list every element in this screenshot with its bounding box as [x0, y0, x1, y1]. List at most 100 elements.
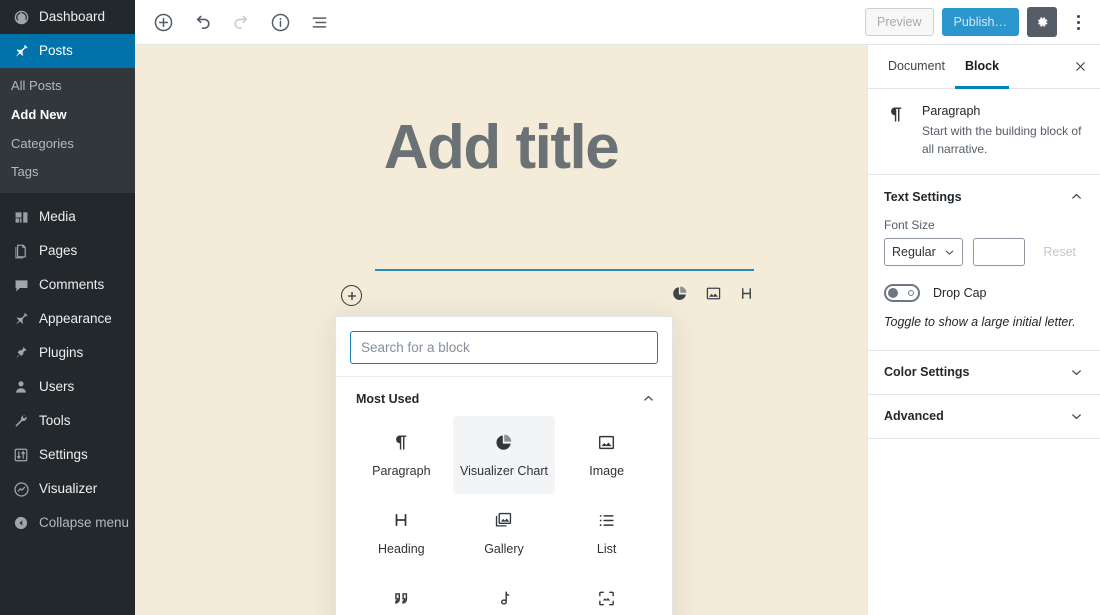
sidebar-item-settings[interactable]: Settings: [0, 438, 135, 472]
pages-icon: [11, 241, 31, 261]
sidebar-item-appearance[interactable]: Appearance: [0, 302, 135, 336]
font-size-value: Regular: [892, 245, 936, 259]
panel-advanced-header[interactable]: Advanced: [868, 395, 1100, 438]
custom-font-size-input[interactable]: [973, 238, 1026, 266]
posts-submenu: All Posts Add New Categories Tags: [0, 68, 135, 194]
admin-sidebar: Dashboard Posts All Posts Add New Catego…: [0, 0, 143, 615]
font-size-controls: Regular Reset: [884, 238, 1084, 266]
comments-icon: [11, 275, 31, 295]
sidebar-item-collapse-menu[interactable]: Collapse menu: [0, 506, 135, 540]
heading-h-icon: [392, 508, 410, 532]
inserter-panel-most-used-header[interactable]: Most Used: [336, 376, 672, 416]
inserter-block-paragraph[interactable]: Paragraph: [350, 416, 453, 494]
chevron-down-icon: [943, 246, 956, 259]
add-block-icon[interactable]: [147, 6, 179, 38]
sidebar-item-pages[interactable]: Pages: [0, 234, 135, 268]
panel-title: Color Settings: [884, 365, 970, 379]
drop-cap-label: Drop Cap: [933, 286, 987, 300]
close-x-icon[interactable]: [1064, 45, 1096, 88]
chevron-down-icon: [1069, 365, 1084, 380]
inserter-block-label: Image: [589, 464, 625, 479]
dots-glyph: [1076, 14, 1080, 30]
image-icon[interactable]: [705, 285, 722, 302]
block-navigation-icon[interactable]: [303, 6, 335, 38]
sidebar-item-posts[interactable]: Posts: [0, 34, 143, 68]
block-inserter-popover: Most Used Paragraph: [335, 316, 673, 615]
list-icon: [597, 508, 616, 532]
publish-button[interactable]: Publish…: [941, 8, 1019, 36]
gear-icon[interactable]: [1027, 7, 1057, 37]
drop-cap-toggle[interactable]: [884, 284, 920, 302]
submenu-item-add-new[interactable]: Add New: [0, 101, 135, 130]
inserter-block-label: Gallery: [484, 542, 524, 557]
undo-icon[interactable]: [186, 6, 218, 38]
inserter-block-label: Visualizer Chart: [459, 464, 548, 479]
sidebar-item-label: Visualizer: [39, 481, 98, 497]
media-icon: [11, 207, 31, 227]
selected-block-info: Paragraph Start with the building block …: [922, 104, 1084, 158]
editor-toolbar: Preview Publish…: [135, 0, 1100, 45]
block-title: Paragraph: [922, 104, 981, 118]
panel-color-settings: Color Settings: [868, 351, 1100, 395]
inserter-toggle-plus-circle-icon[interactable]: [341, 285, 362, 306]
editor-canvas: Add title Search for a block Most Used P…: [135, 45, 867, 615]
inserter-block-gallery[interactable]: Gallery: [453, 494, 556, 572]
tools-wrench-icon: [11, 411, 31, 431]
font-size-select[interactable]: Regular: [884, 238, 964, 266]
selected-block-card: Paragraph Start with the building block …: [868, 89, 1100, 175]
post-title-placeholder[interactable]: Add title: [135, 45, 867, 179]
inserter-block-heading[interactable]: Heading: [350, 494, 453, 572]
ellipsis-vertical-icon[interactable]: [1065, 7, 1091, 37]
visualizer-chart-icon: [11, 479, 31, 499]
block-description: Start with the building block of all nar…: [922, 124, 1082, 156]
panel-title: Advanced: [884, 409, 944, 423]
gallery-icon: [494, 508, 513, 532]
sidebar-item-comments[interactable]: Comments: [0, 268, 135, 302]
heading-icon[interactable]: [739, 286, 754, 301]
inserter-block-quote[interactable]: Quote: [350, 572, 453, 615]
sidebar-item-label: Dashboard: [39, 9, 106, 25]
sidebar-item-label: Tools: [39, 413, 71, 429]
panel-text-settings-header[interactable]: Text Settings: [868, 175, 1100, 218]
audio-note-icon: [494, 586, 513, 610]
editor-toolbar-right: Preview Publish…: [865, 7, 1091, 37]
tab-document[interactable]: Document: [878, 45, 955, 89]
panel-advanced: Advanced: [868, 395, 1100, 439]
sidebar-item-tools[interactable]: Tools: [0, 404, 135, 438]
sidebar-item-users[interactable]: Users: [0, 370, 135, 404]
inserter-block-cover[interactable]: Cover: [555, 572, 658, 615]
paragraph-pilcrow-icon: [884, 104, 908, 158]
reset-button[interactable]: Reset: [1035, 238, 1084, 266]
editor-main: Preview Publish… Add title Search for a …: [135, 0, 1100, 615]
inserter-block-audio[interactable]: Audio: [453, 572, 556, 615]
sidebar-item-dashboard[interactable]: Dashboard: [0, 0, 135, 34]
inserter-block-image[interactable]: Image: [555, 416, 658, 494]
panel-text-settings-body: Font Size Regular Reset Drop Cap Toggle …: [868, 218, 1100, 350]
info-icon[interactable]: [264, 6, 296, 38]
wordpress-block-editor: Dashboard Posts All Posts Add New Catego…: [0, 0, 1100, 615]
visualizer-chart-icon[interactable]: [671, 285, 688, 302]
submenu-item-tags[interactable]: Tags: [0, 158, 135, 187]
submenu-item-categories[interactable]: Categories: [0, 130, 135, 159]
panel-color-settings-header[interactable]: Color Settings: [868, 351, 1100, 394]
quick-insert-icons: [671, 285, 754, 302]
tab-block[interactable]: Block: [954, 45, 1010, 89]
sidebar-item-label: Comments: [39, 277, 105, 293]
inserter-block-list[interactable]: List: [555, 494, 658, 572]
sidebar-item-plugins[interactable]: Plugins: [0, 336, 135, 370]
preview-button[interactable]: Preview: [865, 8, 934, 36]
submenu-item-all-posts[interactable]: All Posts: [0, 72, 135, 101]
pie-chart-icon: [494, 430, 513, 454]
collapse-arrow-icon: [11, 513, 31, 533]
inserter-block-label: List: [596, 542, 617, 557]
toggle-off-marker: [908, 290, 914, 296]
search-input[interactable]: [350, 331, 658, 364]
chevron-up-icon: [641, 391, 656, 406]
redo-icon[interactable]: [225, 6, 257, 38]
appearance-brush-icon: [11, 309, 31, 329]
sidebar-item-media[interactable]: Media: [0, 200, 135, 234]
inserter-panel-title: Most Used: [356, 391, 420, 406]
chevron-up-icon: [1069, 189, 1084, 204]
inserter-block-visualizer-chart[interactable]: Visualizer Chart: [452, 416, 556, 494]
sidebar-item-visualizer[interactable]: Visualizer: [0, 472, 135, 506]
